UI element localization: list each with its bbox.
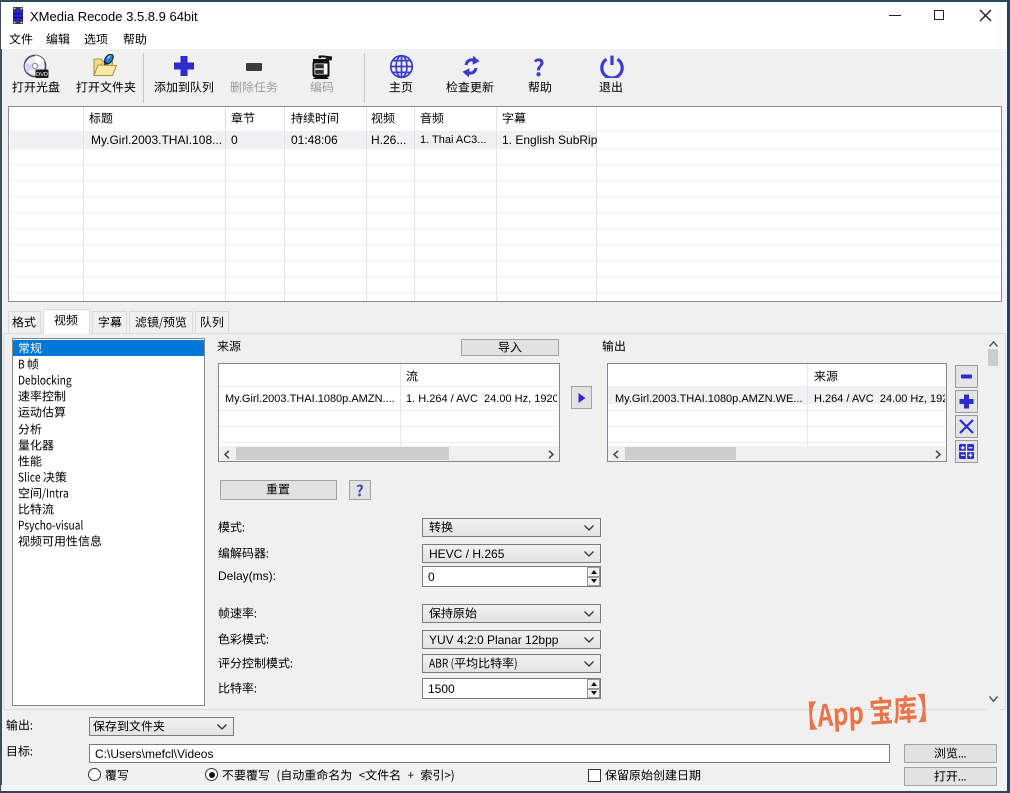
svg-text:DVD: DVD — [36, 72, 48, 78]
